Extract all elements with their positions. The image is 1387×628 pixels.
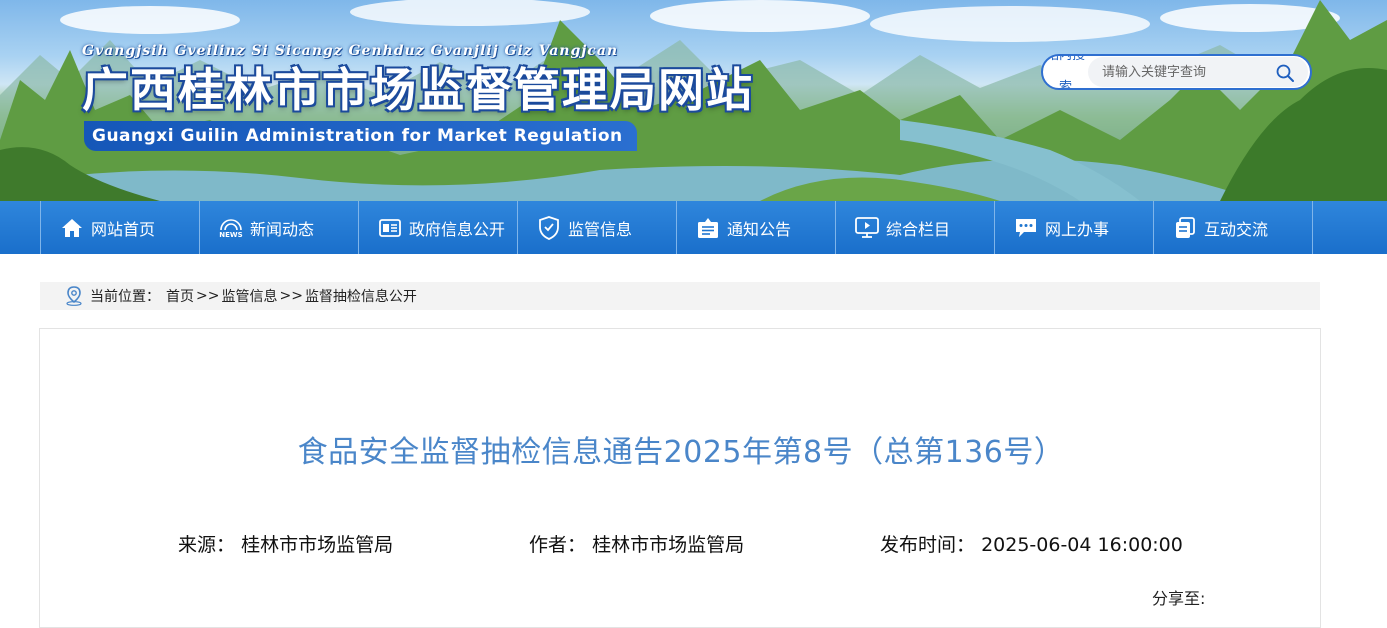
main-nav: 网站首页 NEWS 新闻动态 政府信息公开 监管信息 通知公告 综合栏目 网上办… [0, 201, 1387, 254]
nav-item-gov-info[interactable]: 政府信息公开 [359, 201, 518, 254]
nav-item-label: 互动交流 [1204, 219, 1269, 239]
breadcrumb-link-supervision[interactable]: 监管信息 [221, 286, 277, 306]
chat-icon [1013, 215, 1039, 241]
breadcrumb-separator: >> [279, 288, 303, 304]
search-icon[interactable] [1274, 62, 1296, 84]
nav-item-label: 通知公告 [727, 219, 792, 239]
copy-icon [1172, 215, 1198, 241]
date-label: 发布时间： [880, 534, 976, 556]
nav-item-label: 新闻动态 [250, 219, 315, 239]
nav-item-interaction[interactable]: 互动交流 [1154, 201, 1313, 254]
article-source: 来源： 桂林市市场监管局 [178, 530, 393, 557]
source-value: 桂林市市场监管局 [241, 534, 394, 556]
article-publish-date: 发布时间： 2025-06-04 16:00:00 [880, 530, 1183, 557]
nav-item-notices[interactable]: 通知公告 [677, 201, 836, 254]
article-title: 食品安全监督抽检信息通告2025年第8号（总第136号） [297, 435, 1065, 470]
news-icon: NEWS [218, 215, 244, 241]
author-value: 桂林市市场监管局 [592, 534, 745, 556]
location-pin-icon [66, 286, 82, 306]
svg-text:NEWS: NEWS [219, 231, 242, 238]
site-title: 广西桂林市市场监督管理局网站 [82, 63, 754, 117]
article-panel: 食品安全监督抽检信息通告2025年第8号（总第136号） 来源： 桂林市市场监管… [39, 328, 1321, 628]
site-pinyin-title: Gvangjsih Gveilinz Si Sicangz Genhduz Gv… [82, 43, 619, 59]
site-search: 站内搜索 [1041, 54, 1312, 90]
home-icon [59, 215, 85, 241]
nav-item-label: 综合栏目 [886, 219, 951, 239]
monitor-icon [854, 215, 880, 241]
share-label: 分享至: [1152, 589, 1206, 608]
notice-icon [695, 215, 721, 241]
source-label: 来源： [178, 534, 236, 556]
nav-item-home[interactable]: 网站首页 [41, 201, 200, 254]
author-label: 作者： [529, 534, 587, 556]
nav-item-general[interactable]: 综合栏目 [836, 201, 995, 254]
nav-item-news[interactable]: NEWS 新闻动态 [200, 201, 359, 254]
article-author: 作者： 桂林市市场监管局 [529, 530, 744, 557]
breadcrumb-link-sampling-disclosure[interactable]: 监督抽检信息公开 [305, 286, 417, 306]
search-label: 站内搜索 [1045, 54, 1085, 90]
breadcrumb-separator: >> [196, 288, 220, 304]
site-english-title: Guangxi Guilin Administration for Market… [84, 121, 637, 151]
date-value: 2025-06-04 16:00:00 [981, 534, 1183, 556]
document-icon [377, 215, 403, 241]
breadcrumb: 当前位置： 首页 >> 监管信息 >> 监督抽检信息公开 [40, 282, 1320, 310]
nav-item-label: 网上办事 [1045, 219, 1110, 239]
nav-item-label: 政府信息公开 [409, 219, 506, 239]
nav-item-label: 网站首页 [91, 219, 156, 239]
nav-item-supervision[interactable]: 监管信息 [518, 201, 677, 254]
nav-item-label: 监管信息 [568, 219, 633, 239]
breadcrumb-prefix: 当前位置： [90, 289, 160, 305]
shield-icon [536, 215, 562, 241]
breadcrumb-link-home[interactable]: 首页 [166, 286, 194, 306]
nav-item-online-services[interactable]: 网上办事 [995, 201, 1154, 254]
site-banner: Gvangjsih Gveilinz Si Sicangz Genhduz Gv… [0, 0, 1387, 201]
